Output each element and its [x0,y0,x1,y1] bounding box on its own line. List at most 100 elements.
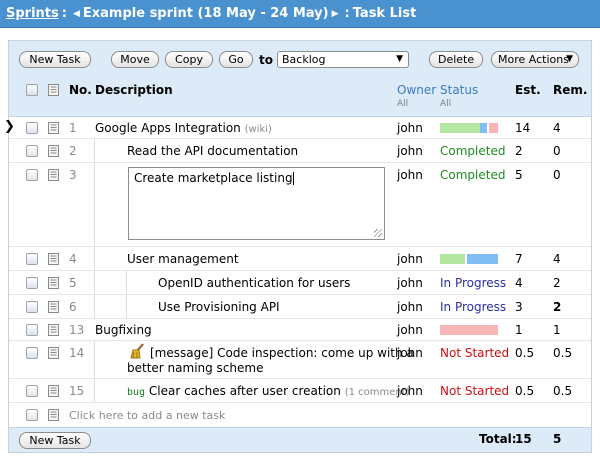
table-row[interactable]: 15 bug Clear caches after user creation … [9,379,591,403]
copy-button[interactable]: Copy [165,51,213,68]
column-description[interactable]: Description [95,83,173,97]
task-remaining[interactable]: 2 [553,300,561,314]
wiki-tag[interactable]: (wiki) [245,124,272,135]
row-checkbox[interactable] [26,301,38,313]
task-estimate[interactable]: 14 [515,121,530,135]
task-owner[interactable]: john [397,300,423,314]
table-row[interactable]: 5 OpenID authentication for users john I… [9,271,591,295]
task-owner[interactable]: john [397,144,423,158]
task-title[interactable]: Use Provisioning API [158,300,280,314]
target-select[interactable]: Backlog ▼ [277,51,409,68]
table-row[interactable]: 2 Read the API documentation john Comple… [9,139,591,163]
task-owner[interactable]: john [397,168,423,182]
row-checkbox[interactable] [26,324,38,336]
column-owner[interactable]: Owner All [397,83,436,109]
task-estimate[interactable]: 0.5 [515,346,534,360]
column-no[interactable]: No. [69,83,92,97]
task-status[interactable]: In Progress [440,300,506,314]
task-status[interactable]: Completed [440,144,505,158]
select-all-checkbox[interactable] [26,84,38,96]
row-checkbox[interactable] [26,347,38,359]
task-estimate[interactable]: 5 [515,168,523,182]
task-title-editor-text[interactable]: Create marketplace listing [134,171,293,185]
document-icon[interactable] [48,347,59,359]
task-estimate[interactable]: 1 [515,323,523,337]
task-description[interactable]: Google Apps Integration (wiki) [95,121,272,135]
task-owner[interactable]: john [397,323,423,337]
column-rem[interactable]: Rem. [553,83,587,97]
document-icon[interactable] [48,385,59,397]
table-row[interactable]: ❯ 1 Google Apps Integration (wiki) john … [4,117,591,139]
document-icon[interactable] [48,145,59,157]
row-checkbox[interactable] [26,122,38,134]
task-status[interactable]: Not Started [440,346,509,360]
task-estimate[interactable]: 0.5 [515,384,534,398]
task-owner[interactable]: john [397,121,423,135]
task-owner[interactable]: john [397,252,423,266]
task-status[interactable]: In Progress [440,276,506,290]
add-task-link[interactable]: Click here to add a new task [69,409,225,422]
table-row[interactable]: 3 Create marketplace listing john Comple… [9,163,591,247]
task-title[interactable]: Read the API documentation [127,144,298,158]
task-owner[interactable]: john [397,384,423,398]
task-remaining[interactable]: 1 [553,323,561,337]
task-title[interactable]: [message] Code inspection: come up with … [150,346,414,360]
task-owner[interactable]: john [397,346,423,360]
task-remaining[interactable]: 0 [553,168,561,182]
row-checkbox[interactable] [26,145,38,157]
prev-sprint-icon[interactable]: ◀ [73,9,80,19]
new-task-button-bottom[interactable]: New Task [19,432,91,449]
owner-filter[interactable]: All [397,99,436,109]
resize-handle[interactable] [374,229,382,237]
task-description[interactable]: bug Clear caches after user creation (1 … [127,384,410,398]
task-remaining[interactable]: 0.5 [553,346,572,360]
add-task-row[interactable]: Click here to add a new task [9,403,591,427]
task-remaining[interactable]: 0.5 [553,384,572,398]
breadcrumb-sprints-link[interactable]: Sprints [6,6,59,21]
document-icon[interactable] [48,169,59,181]
document-icon[interactable] [48,277,59,289]
task-title[interactable]: Clear caches after user creation [149,384,341,398]
column-status[interactable]: Status All [440,83,478,109]
task-title[interactable]: Bugfixing [95,323,152,337]
task-status[interactable]: Not Started [440,384,509,398]
row-checkbox[interactable] [26,277,38,289]
go-button[interactable]: Go [219,51,253,68]
task-title[interactable]: OpenID authentication for users [158,276,350,290]
task-estimate[interactable]: 2 [515,144,523,158]
task-title-continued[interactable]: better naming scheme [127,361,263,375]
task-estimate[interactable]: 7 [515,252,523,266]
task-remaining[interactable]: 2 [553,276,561,290]
delete-button[interactable]: Delete [429,51,483,68]
task-title-editor[interactable]: Create marketplace listing [128,167,385,240]
row-checkbox[interactable] [26,253,38,265]
row-checkbox[interactable] [26,409,38,421]
new-task-button[interactable]: New Task [19,51,91,68]
task-title[interactable]: Google Apps Integration [95,121,241,135]
document-icon[interactable] [48,301,59,313]
column-owner-label[interactable]: Owner [397,83,436,97]
more-actions-button[interactable]: More Actions ▼ [491,51,579,68]
document-icon[interactable] [48,253,59,265]
column-status-label[interactable]: Status [440,83,478,97]
row-checkbox[interactable] [26,169,38,181]
task-owner[interactable]: john [397,276,423,290]
table-row[interactable]: 4 User management john 7 4 [9,247,591,271]
task-remaining[interactable]: 4 [553,252,561,266]
status-filter[interactable]: All [440,99,478,109]
row-checkbox[interactable] [26,385,38,397]
task-title[interactable]: User management [127,252,239,266]
task-status[interactable]: Completed [440,168,505,182]
move-button[interactable]: Move [111,51,159,68]
task-estimate[interactable]: 4 [515,276,523,290]
task-remaining[interactable]: 4 [553,121,561,135]
column-est[interactable]: Est. [515,83,541,97]
next-sprint-icon[interactable]: ▶ [332,9,339,19]
document-icon[interactable] [48,324,59,336]
document-icon[interactable] [48,122,59,134]
table-row[interactable]: 14 [message] Code inspection: come up wi… [9,341,591,379]
task-estimate[interactable]: 3 [515,300,523,314]
table-row[interactable]: 6 Use Provisioning API john In Progress … [9,295,591,319]
table-row[interactable]: 13 Bugfixing john 1 1 [9,319,591,341]
task-remaining[interactable]: 0 [553,144,561,158]
